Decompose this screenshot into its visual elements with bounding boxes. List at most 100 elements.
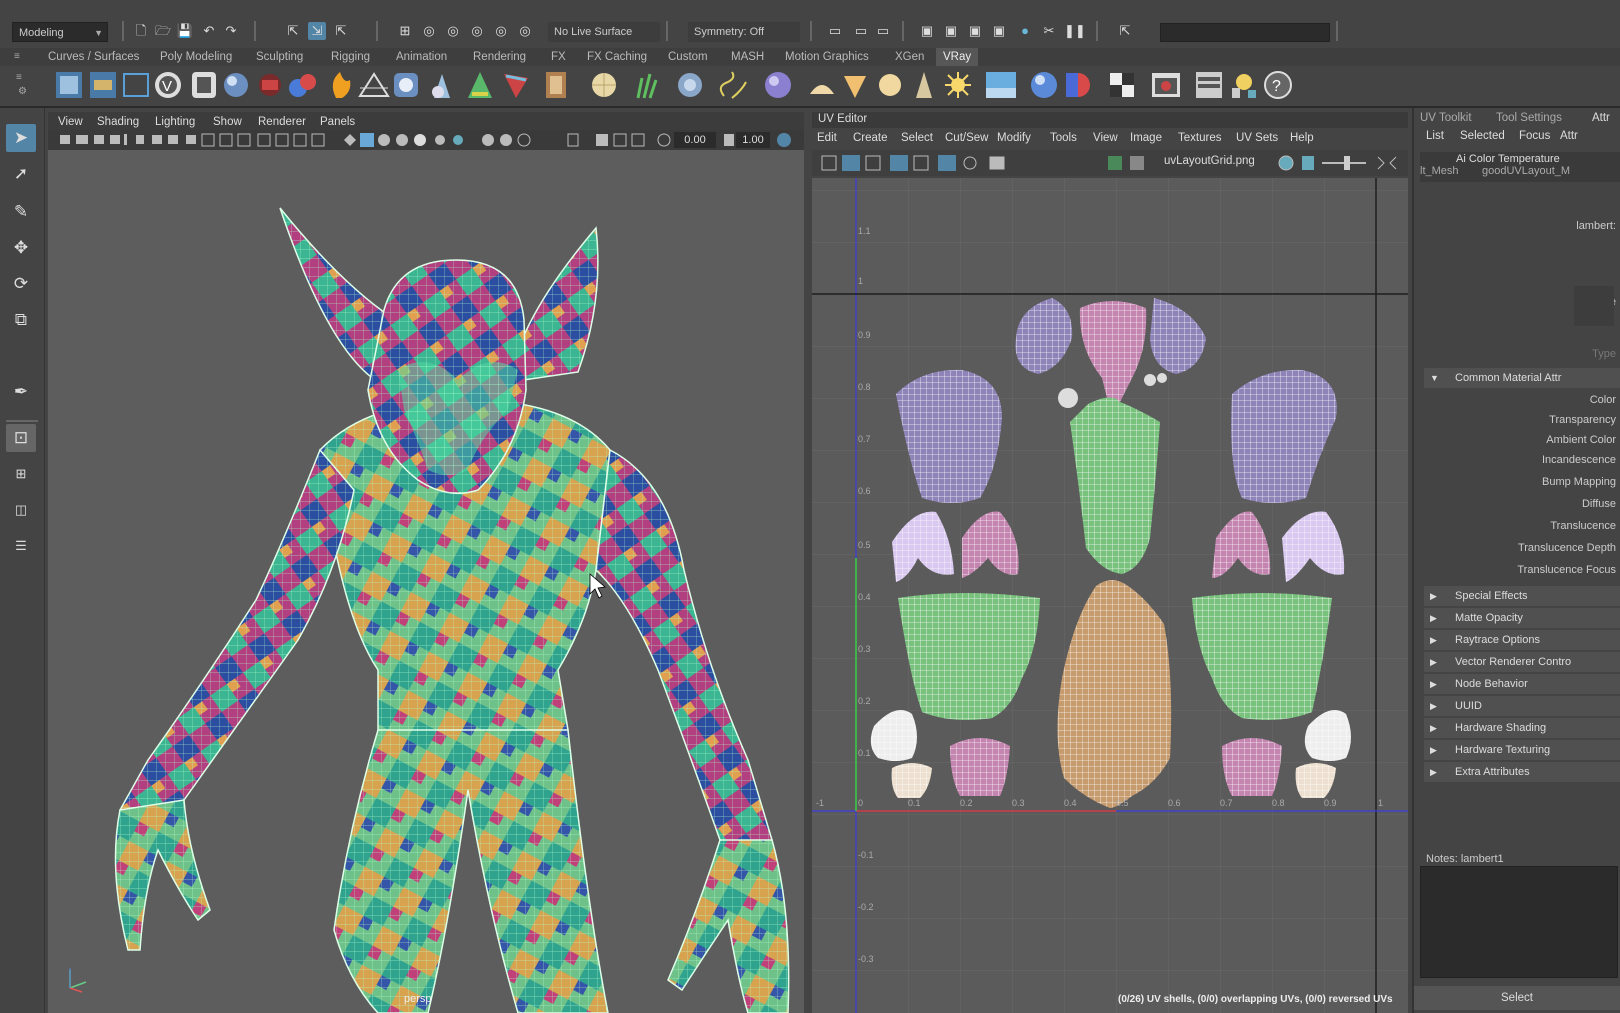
tab-custom[interactable]: Custom <box>668 48 708 66</box>
node-tab-mesh[interactable]: lt_Mesh <box>1420 165 1459 177</box>
tab-mash[interactable]: MASH <box>731 48 764 66</box>
paint-select-icon[interactable]: ✎ <box>6 198 36 226</box>
section-uuid[interactable]: ▶ UUID <box>1424 696 1620 716</box>
exposure-field[interactable]: 0.00 <box>674 132 716 148</box>
hypershade-icon[interactable]: ▣ <box>990 22 1008 40</box>
vray-render-icon[interactable]: ✂ <box>1040 22 1058 40</box>
snap-surface-icon[interactable]: ◎ <box>492 22 510 40</box>
open-scene-icon[interactable]: 🗁 <box>154 22 172 40</box>
3d-viewport[interactable]: persp <box>48 150 804 1013</box>
shelf-settings-icon[interactable]: ≡ <box>16 72 22 83</box>
section-vector-renderer[interactable]: ▶ Vector Renderer Contro <box>1424 652 1620 672</box>
uv-menu-textures[interactable]: Textures <box>1178 130 1221 146</box>
outliner-icon[interactable]: ☰ <box>6 532 36 560</box>
section-common-material[interactable]: ▼ Common Material Attr <box>1424 368 1620 388</box>
menu-list[interactable]: List <box>1426 128 1444 144</box>
live-surface-field[interactable]: No Live Surface <box>548 22 660 42</box>
shelf-menu-icon[interactable]: ≡ <box>14 52 28 62</box>
tab-uv-toolkit[interactable]: UV Toolkit <box>1420 110 1472 126</box>
shelf-gear-icon[interactable]: ⚙ <box>18 86 27 97</box>
menu-attributes[interactable]: Attr <box>1560 128 1578 144</box>
uv-menu-help[interactable]: Help <box>1290 130 1314 146</box>
uv-menu-cutsew[interactable]: Cut/Sew <box>945 130 988 146</box>
section-raytrace-options[interactable]: ▶ Raytrace Options <box>1424 630 1620 650</box>
snap-view-icon[interactable]: ◎ <box>468 22 486 40</box>
redo-icon[interactable]: ↷ <box>222 22 240 40</box>
uv-menu-uvsets[interactable]: UV Sets <box>1236 130 1278 146</box>
section-special-effects[interactable]: ▶ Special Effects <box>1424 586 1620 606</box>
gamma-field[interactable]: 1.00 <box>736 132 770 148</box>
tab-fx-caching[interactable]: FX Caching <box>587 48 647 66</box>
uv-menu-select[interactable]: Select <box>901 130 933 146</box>
section-node-behavior[interactable]: ▶ Node Behavior <box>1424 674 1620 694</box>
input-output-icon[interactable]: ▭ <box>852 22 870 40</box>
symmetry-dropdown[interactable]: Symmetry: Off <box>688 22 800 42</box>
move-icon[interactable]: ✥ <box>6 234 36 262</box>
viewport-menu-shading[interactable]: Shading <box>97 114 139 130</box>
layout-grid-icon[interactable]: ⊞ <box>6 460 36 488</box>
snap-curve-icon[interactable]: ◎ <box>420 22 438 40</box>
snap-point-icon[interactable]: ◎ <box>444 22 462 40</box>
snap-grid-icon[interactable]: ⊞ <box>396 22 414 40</box>
section-hardware-texturing[interactable]: ▶ Hardware Texturing <box>1424 740 1620 760</box>
uv-menu-tools[interactable]: Tools <box>1050 130 1077 146</box>
tab-animation[interactable]: Animation <box>396 48 447 66</box>
relationship-icon[interactable]: ▭ <box>874 22 892 40</box>
uv-menu-view[interactable]: View <box>1093 130 1118 146</box>
save-scene-icon[interactable]: 💾 <box>176 22 194 40</box>
pause-icon[interactable]: ❚❚ <box>1064 22 1086 40</box>
tab-poly-modeling[interactable]: Poly Modeling <box>160 48 232 66</box>
viewport-menu-lighting[interactable]: Lighting <box>155 114 195 130</box>
tab-fx[interactable]: FX <box>551 48 566 66</box>
undo-icon[interactable]: ↶ <box>200 22 218 40</box>
snap-live-icon[interactable]: ◎ <box>516 22 534 40</box>
tab-rendering[interactable]: Rendering <box>473 48 526 66</box>
notes-textarea[interactable] <box>1420 866 1618 978</box>
render-settings-icon[interactable]: ▣ <box>966 22 984 40</box>
construction-history-icon[interactable]: ▭ <box>826 22 844 40</box>
vray-shelf-icons[interactable]: V ? <box>44 68 1324 104</box>
paint-brush-icon[interactable]: ✒ <box>6 378 36 406</box>
select-arrow-icon[interactable]: ➤ <box>6 124 36 152</box>
rotate-icon[interactable]: ⟳ <box>6 270 36 298</box>
select-object-icon[interactable]: ⇲ <box>308 22 326 40</box>
quick-layout-icon[interactable]: ⊡ <box>6 424 36 452</box>
render-frame-icon[interactable]: ▣ <box>918 22 936 40</box>
select-component-icon[interactable]: ⇱ <box>332 22 350 40</box>
arnold-render-icon[interactable]: ● <box>1016 22 1034 40</box>
tab-attribute-editor[interactable]: Attr <box>1592 110 1610 126</box>
viewport-menu-renderer[interactable]: Renderer <box>258 114 306 130</box>
uv-menu-image[interactable]: Image <box>1130 130 1162 146</box>
uv-menu-modify[interactable]: Modify <box>997 130 1031 146</box>
tab-curves-surfaces[interactable]: Curves / Surfaces <box>48 48 139 66</box>
tab-rigging[interactable]: Rigging <box>331 48 370 66</box>
lasso-icon[interactable]: ➚ <box>6 160 36 188</box>
tab-sculpting[interactable]: Sculpting <box>256 48 303 66</box>
node-tab-layout[interactable]: goodUVLayout_M <box>1482 165 1570 177</box>
uv-menu-edit[interactable]: Edit <box>817 130 837 146</box>
new-scene-icon[interactable]: 🗋 <box>132 22 150 40</box>
section-extra-attributes[interactable]: ▶ Extra Attributes <box>1424 762 1620 782</box>
ipr-render-icon[interactable]: ▣ <box>942 22 960 40</box>
mode-dropdown[interactable]: Modeling ▼ <box>12 22 108 42</box>
two-pane-icon[interactable]: ◫ <box>6 496 36 524</box>
section-matte-opacity[interactable]: ▶ Matte Opacity <box>1424 608 1620 628</box>
search-input[interactable] <box>1160 23 1330 42</box>
scale-icon[interactable]: ⧉ <box>6 306 36 334</box>
tab-tool-settings[interactable]: Tool Settings <box>1496 110 1562 126</box>
viewport-menu-show[interactable]: Show <box>213 114 242 130</box>
menu-selected[interactable]: Selected <box>1460 128 1505 144</box>
menu-focus[interactable]: Focus <box>1519 128 1550 144</box>
section-hardware-shading[interactable]: ▶ Hardware Shading <box>1424 718 1620 738</box>
select-button[interactable]: Select <box>1414 986 1620 1010</box>
uv-menu-create[interactable]: Create <box>853 130 888 146</box>
select-hierarchy-icon[interactable]: ⇱ <box>284 22 302 40</box>
sign-in-icon[interactable]: ⇱ <box>1116 22 1134 40</box>
viewport-menu-panels[interactable]: Panels <box>320 114 355 130</box>
uv-toolbar-icons[interactable] <box>812 150 1408 176</box>
tab-vray[interactable]: VRay <box>936 48 979 66</box>
tab-xgen[interactable]: XGen <box>895 48 924 66</box>
uv-canvas[interactable]: 1.1 1 0.9 0.8 0.7 0.6 0.5 0.4 0.3 0.2 0.… <box>812 178 1408 1013</box>
tab-motion-graphics[interactable]: Motion Graphics <box>785 48 869 66</box>
viewport-menu-view[interactable]: View <box>58 114 83 130</box>
